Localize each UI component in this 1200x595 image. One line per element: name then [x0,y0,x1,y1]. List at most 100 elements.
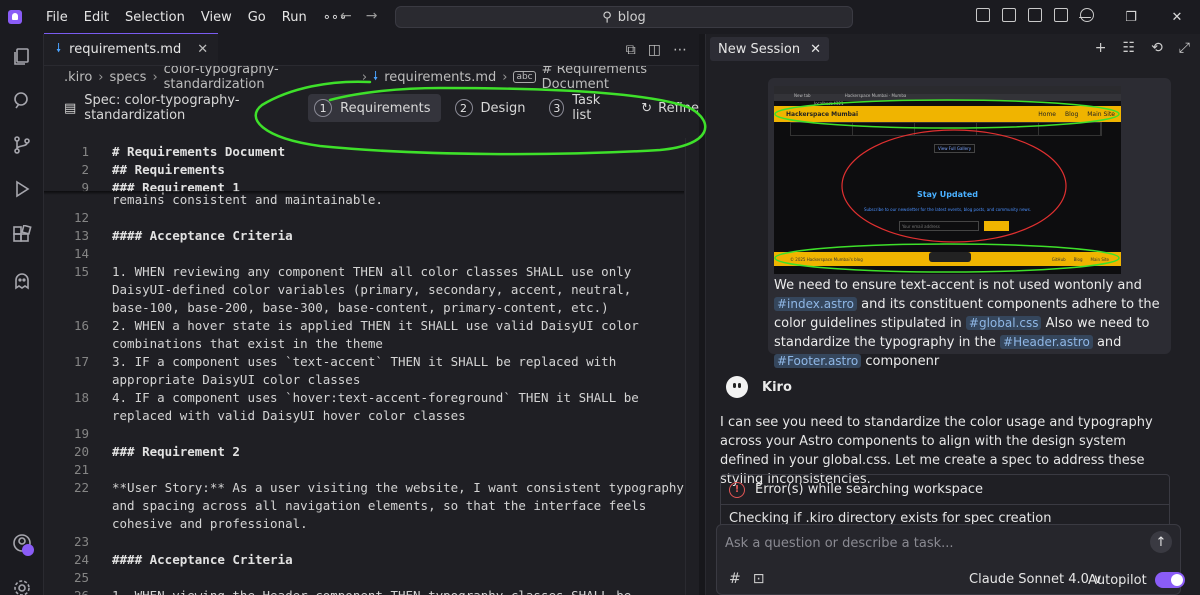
line-number: 13 [73,228,89,243]
code-line: 26 1. WHEN viewing the Header component T… [44,587,631,595]
file-chip-header[interactable]: #Header.astro [1000,335,1093,349]
attached-screenshot[interactable]: New tab Hackerspace Mumbai · Mumba local… [774,86,1121,274]
code-editor[interactable]: 1 # Requirements Document 2 ## Requirements… [44,138,699,595]
error-icon: ! [729,481,745,498]
chat-tab-new-session[interactable]: New Session ✕ [710,37,829,61]
autopilot-toggle[interactable] [1154,572,1185,588]
line-text: 3. IF a component uses `text-accent` THE… [112,354,617,369]
maximize-icon[interactable]: ⤢ [1179,40,1190,56]
model-selector[interactable]: Claude Sonnet 4.0 ∨ [969,572,1103,587]
assistant-header: Kiro [726,376,792,398]
menu-edit[interactable]: Edit [76,10,117,25]
title-bar: File Edit Selection View Go Run ∘∘∘ ← → … [0,0,1200,34]
file-chip-footer[interactable]: #Footer.astro [774,354,862,368]
close-window-icon[interactable]: ✕ [1154,10,1200,25]
spec-tab-requirements[interactable]: 1 Requirements [308,94,441,122]
code-line: 17 3. IF a component uses `text-accent` T… [44,353,616,371]
tab-close-icon[interactable]: ✕ [197,42,208,57]
settings-gear-icon[interactable] [11,577,33,595]
spec-tab-task-list[interactable]: 3 Task list [543,93,623,123]
tasks-icon[interactable]: ☷ [1123,40,1136,56]
line-number [44,515,89,533]
toggle-sidebar-icon[interactable] [1002,8,1016,22]
line-number [44,281,89,299]
close-icon[interactable]: ✕ [810,42,821,57]
open-preview-icon[interactable]: ⧉ [626,42,636,58]
code-line: 22 **User Story:** As a user visiting the… [44,479,684,497]
image-attach-icon[interactable]: ⊡ [753,571,765,587]
user-message: New tab Hackerspace Mumbai · Mumba local… [768,78,1171,369]
code-line: 21 [44,461,112,479]
source-control-icon[interactable] [11,134,33,156]
refine-button[interactable]: ↻ Refine [641,101,699,116]
new-chat-plus-icon[interactable]: + [1095,40,1107,56]
customize-layout-icon[interactable] [976,8,990,22]
editor-actions: ⧉ ◫ ⋯ [626,42,687,58]
code-line: 23 [44,533,112,551]
split-editor-icon[interactable]: ◫ [648,42,661,58]
line-number: 17 [73,354,89,369]
spec-title: ▤ Spec: color-typography-standardization [64,93,292,123]
breadcrumb-kiro[interactable]: .kiro [64,70,92,85]
menu-go[interactable]: Go [240,10,274,25]
spec-title-label: Spec: color-typography-standardization [84,93,240,123]
spec-tab-design[interactable]: 2 Design [449,94,536,122]
line-text: cohesive and professional. [112,516,308,531]
line-text-rest: As a user visiting the website, I want c… [224,480,684,495]
run-debug-icon[interactable] [11,178,33,200]
restore-icon[interactable]: ❐ [1108,10,1154,25]
line-number [44,335,89,353]
kiro-logo-icon [8,10,22,24]
explorer-icon[interactable] [11,46,33,68]
line-text: appropriate DaisyUI color classes [112,372,361,387]
tab-requirements-md[interactable]: 🠗 requirements.md ✕ [44,33,219,65]
menu-file[interactable]: File [38,10,76,25]
line-number: 23 [73,534,89,549]
forward-arrow-icon[interactable]: → [366,8,378,24]
window-controls: — ❐ ✕ [1062,0,1200,34]
line-text: 1. WHEN viewing the Header component THE… [112,587,631,595]
line-number: 2 [81,162,89,177]
extensions-icon[interactable] [11,224,33,246]
error-row[interactable]: ! Error(s) while searching workspace [721,475,1169,505]
chat-input[interactable] [725,533,1125,553]
search-icon[interactable] [11,90,33,112]
bold-text: **User Story:** [112,480,225,495]
sticky-scroll-shadow [44,191,684,195]
chat-tab-label: New Session [718,41,801,57]
document-icon: ▤ [64,100,77,116]
command-center-search[interactable]: ⚲ blog [395,6,853,28]
breadcrumb-chevron-icon: › [98,69,104,85]
menu-view[interactable]: View [193,10,240,25]
more-actions-icon[interactable]: ⋯ [673,42,687,58]
breadcrumb-file[interactable]: requirements.md [384,70,496,85]
menu-selection[interactable]: Selection [117,10,193,25]
line-text: replaced with valid DaisyUI hover color … [112,408,466,423]
breadcrumb-chevron-icon: › [152,69,158,85]
menu-run[interactable]: Run [274,10,315,25]
history-icon[interactable]: ⟲ [1151,40,1163,56]
line-number [44,371,89,389]
line-number: 18 [73,390,89,405]
toggle-panel-icon[interactable] [1028,8,1042,22]
symbol-string-icon: abc [513,71,536,83]
line-number: 24 [73,552,89,567]
file-chip-index[interactable]: #index.astro [774,297,858,311]
assistant-name: Kiro [762,379,792,395]
code-line: 16 2. WHEN a hover state is applied THEN … [44,317,639,335]
breadcrumb-specs[interactable]: specs [110,70,147,85]
editor-scrollbar[interactable] [685,138,699,595]
menu-bar: File Edit Selection View Go Run ∘∘∘ [38,10,355,25]
nav-arrows: ← → [340,8,377,24]
minimize-icon[interactable]: — [1062,10,1108,25]
line-number [44,407,89,425]
spec-tab-label: Design [480,100,526,116]
context-hash-icon[interactable]: # [729,571,741,587]
checking-text: Checking if .kiro directory exists for s… [729,511,1052,526]
kiro-ghost-icon[interactable] [11,270,33,292]
breadcrumb-chevron-icon: › [502,69,508,85]
back-arrow-icon[interactable]: ← [340,8,352,24]
editor-tabs: 🠗 requirements.md ✕ ⧉ ◫ ⋯ [44,33,699,66]
send-arrow-icon[interactable]: ↑ [1150,531,1172,553]
file-chip-global[interactable]: #global.css [965,316,1042,330]
